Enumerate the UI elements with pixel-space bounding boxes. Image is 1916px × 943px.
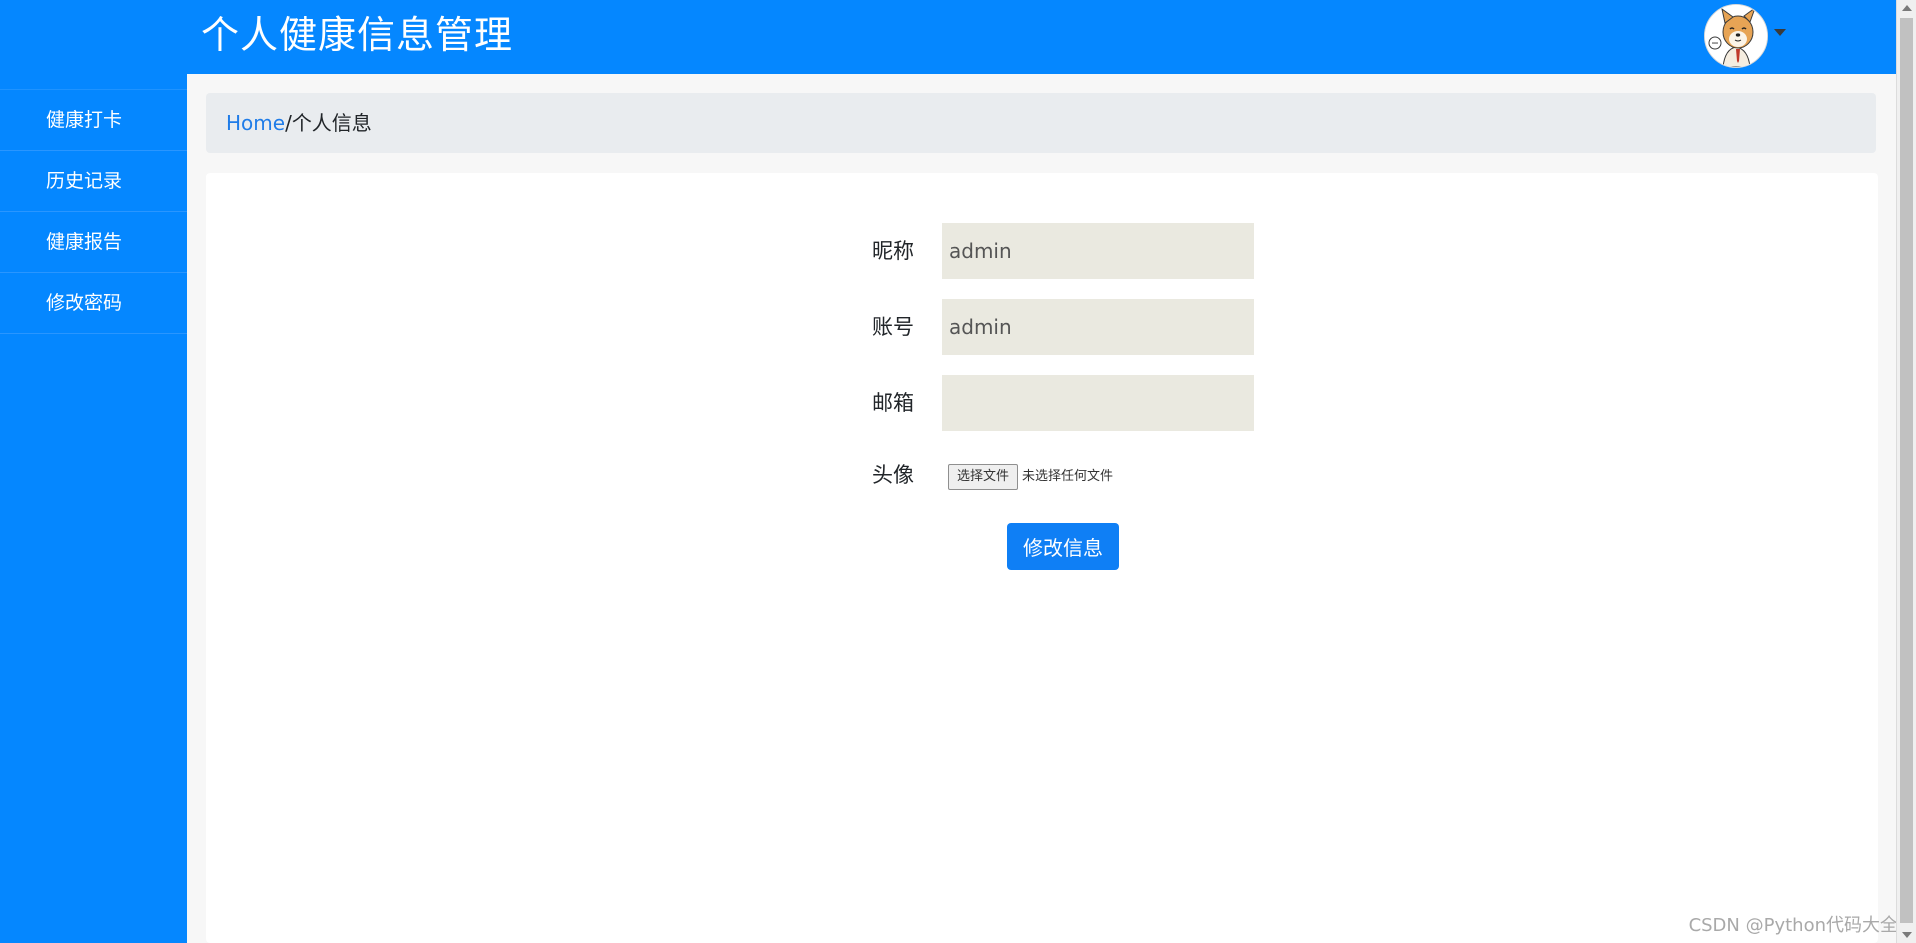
- watermark: CSDN @Python代码大全: [1688, 915, 1898, 936]
- caret-down-icon[interactable]: [1774, 28, 1786, 36]
- user-menu-toggle[interactable]: [1704, 4, 1786, 68]
- profile-form-card: 昵称 账号 邮箱 头像 选择文件 未选择任何文件 修改信息: [206, 173, 1878, 943]
- email-label: 邮箱: [872, 391, 914, 415]
- sidebar-item-history[interactable]: 历史记录: [0, 151, 187, 212]
- sidebar-item-health-report[interactable]: 健康报告: [0, 212, 187, 273]
- top-header: 个人健康信息管理: [0, 0, 1896, 74]
- sidebar: 健康打卡 历史记录 健康报告 修改密码: [0, 74, 187, 943]
- email-input[interactable]: [942, 375, 1254, 431]
- breadcrumb-home-link[interactable]: Home: [226, 111, 285, 135]
- scroll-up-arrow-icon[interactable]: [1902, 5, 1912, 11]
- vertical-scrollbar[interactable]: [1896, 0, 1916, 943]
- scroll-down-arrow-icon[interactable]: [1902, 932, 1912, 938]
- file-status-text: 未选择任何文件: [1022, 469, 1114, 484]
- sidebar-item-change-password[interactable]: 修改密码: [0, 273, 187, 334]
- nickname-row: 昵称: [206, 223, 1878, 279]
- nickname-label: 昵称: [872, 239, 914, 263]
- breadcrumb-current: 个人信息: [291, 111, 372, 135]
- email-row: 邮箱: [206, 375, 1878, 431]
- choose-file-button[interactable]: 选择文件: [948, 464, 1019, 490]
- update-info-button[interactable]: 修改信息: [1007, 523, 1119, 570]
- avatar-label: 头像: [872, 463, 914, 487]
- breadcrumb: Home/个人信息: [206, 93, 1876, 153]
- nickname-input[interactable]: [942, 223, 1254, 279]
- app-title: 个人健康信息管理: [201, 13, 514, 57]
- shiba-dog-avatar-icon[interactable]: [1704, 4, 1768, 68]
- sidebar-item-health-checkin[interactable]: 健康打卡: [0, 90, 187, 151]
- account-label: 账号: [872, 315, 914, 339]
- account-input[interactable]: [942, 299, 1254, 355]
- breadcrumb-separator: /: [285, 111, 292, 135]
- scrollbar-thumb[interactable]: [1900, 18, 1913, 923]
- account-row: 账号: [206, 299, 1878, 355]
